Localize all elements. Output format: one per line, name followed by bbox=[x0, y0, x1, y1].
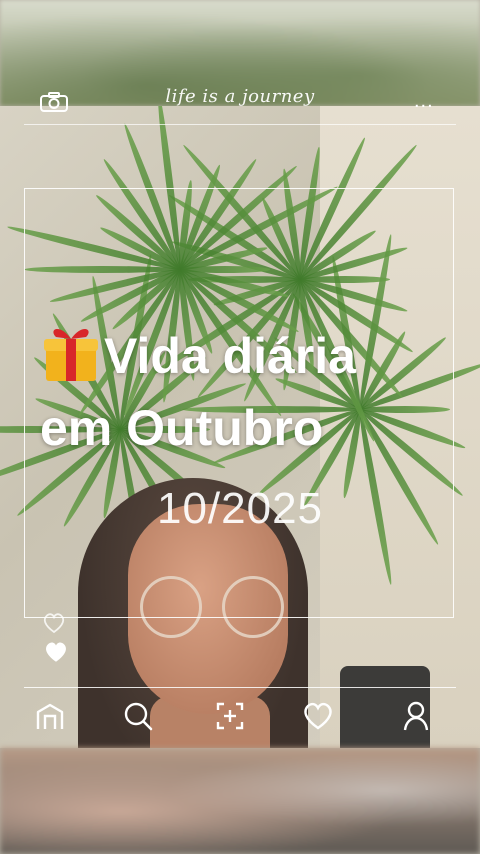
profile-icon[interactable] bbox=[400, 700, 432, 732]
gift-icon bbox=[44, 328, 98, 381]
more-dots-icon[interactable]: ... bbox=[414, 91, 442, 111]
heart-outline-icon[interactable] bbox=[42, 612, 66, 634]
search-icon[interactable] bbox=[122, 700, 154, 732]
post-title: Vida diária em Outubro bbox=[40, 320, 450, 464]
camera-icon[interactable] bbox=[40, 92, 68, 112]
heart-icon[interactable] bbox=[302, 700, 334, 732]
post-title-line-2: em Outubro bbox=[40, 400, 324, 456]
heart-filled-icon[interactable] bbox=[43, 640, 69, 664]
post-date: 10/2025 bbox=[156, 484, 324, 533]
brand-text: life is a journey bbox=[165, 86, 315, 107]
add-post-icon[interactable] bbox=[214, 700, 246, 732]
home-icon[interactable] bbox=[34, 700, 66, 732]
post-title-text-1: Vida diária bbox=[104, 328, 356, 384]
blurred-background-bottom bbox=[0, 748, 480, 854]
top-divider bbox=[24, 124, 456, 125]
post-title-line-1: Vida diária bbox=[40, 320, 450, 392]
bottom-divider bbox=[24, 687, 456, 688]
top-bar: life is a journey ... bbox=[0, 86, 480, 126]
